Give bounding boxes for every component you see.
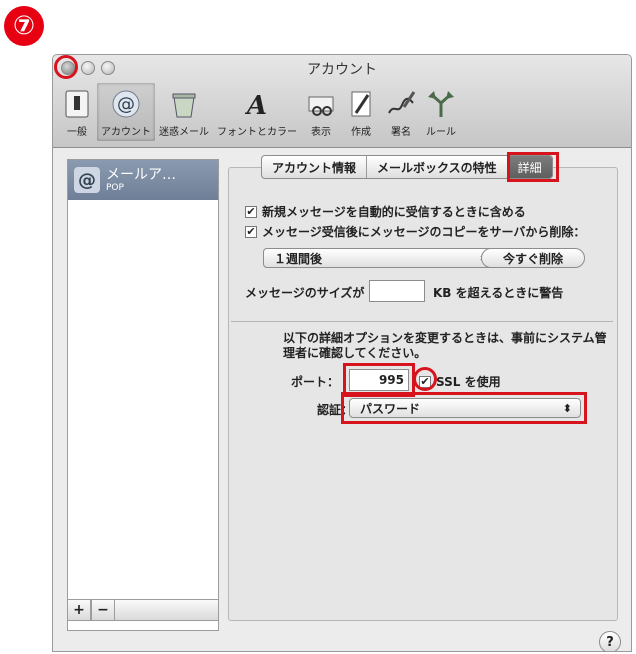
toolbar-item-accounts[interactable]: @ アカウント: [97, 83, 155, 141]
svg-text:A: A: [244, 91, 267, 119]
tab-account-info[interactable]: アカウント情報: [262, 156, 368, 178]
remove-copy-checkbox[interactable]: ✔: [245, 225, 257, 238]
auth-select-highlight: [341, 392, 587, 424]
account-type: POP: [106, 182, 124, 193]
preferences-toolbar: 一般 @ アカウント 迷惑メール A フォントとカラー 表示 作成 署名 ルール: [57, 83, 461, 141]
advanced-tab-highlight: [507, 152, 559, 182]
pencil-icon: [345, 89, 377, 119]
toolbar-label: 表示: [311, 127, 331, 138]
help-button[interactable]: ?: [599, 631, 621, 651]
at-sign-icon: @: [74, 167, 100, 193]
toolbar-label: フォントとカラー: [217, 127, 297, 138]
switch-icon: [61, 89, 93, 119]
glasses-icon: [305, 89, 337, 119]
include-auto-check-checkbox[interactable]: ✔: [245, 205, 257, 218]
ssl-checkbox-highlight: [413, 367, 437, 391]
preferences-window: アカウント 一般 @ アカウント 迷惑メール A フォントとカラー 表示 作成 …: [52, 54, 632, 652]
toolbar-label: アカウント: [101, 127, 151, 138]
toolbar-item-fonts-colors[interactable]: A フォントとカラー: [213, 83, 301, 141]
remove-now-button[interactable]: 今すぐ削除: [481, 248, 585, 268]
size-warning-row: メッセージのサイズが: [245, 284, 364, 301]
advanced-warning-note: 以下の詳細オプションを変更するときは、事前にシステム管理者に確認してください。: [283, 331, 607, 360]
toolbar-label: 一般: [67, 127, 87, 138]
window-title: アカウント: [307, 62, 377, 78]
size-warning-suffix: KB を超えるときに警告: [433, 286, 564, 300]
include-auto-check-option[interactable]: ✔ 新規メッセージを自動的に受信するときに含める: [245, 203, 526, 220]
toolbar-item-viewing[interactable]: 表示: [301, 83, 341, 141]
port-label: ポート：: [291, 375, 340, 389]
remove-copy-label: メッセージ受信後にメッセージのコピーをサーバから削除：: [262, 225, 586, 239]
port-label-row: ポート：: [291, 373, 339, 390]
toolbar-item-signatures[interactable]: 署名: [381, 83, 421, 141]
remove-after-value: １週間後: [274, 251, 323, 266]
size-warning-prefix: メッセージのサイズが: [245, 286, 365, 300]
trash-mail-icon: [168, 89, 200, 119]
step-number-badge: ⑦: [4, 6, 44, 46]
toolbar-label: 作成: [351, 127, 371, 138]
signature-icon: [385, 89, 417, 119]
toolbar-item-rules[interactable]: ルール: [421, 83, 461, 141]
add-account-button[interactable]: +: [67, 599, 91, 621]
account-list-item[interactable]: @ メールア… POP: [68, 160, 218, 200]
footer-spacer: [115, 599, 219, 621]
tab-mailbox-behaviors[interactable]: メールボックスの特性: [367, 156, 508, 178]
include-auto-check-label: 新規メッセージを自動的に受信するときに含める: [262, 205, 526, 219]
remove-copy-option[interactable]: ✔ メッセージ受信後にメッセージのコピーをサーバから削除：: [245, 223, 585, 240]
toolbar-label: 署名: [391, 127, 411, 138]
toolbar-label: ルール: [426, 127, 456, 138]
toolbar-item-junk-mail[interactable]: 迷惑メール: [155, 83, 213, 141]
section-divider: [231, 321, 613, 322]
account-list: @ メールア… POP: [67, 159, 219, 631]
at-sign-icon: @: [110, 89, 142, 119]
ssl-label: SSL を使用: [436, 375, 501, 389]
font-icon: A: [241, 89, 273, 119]
size-warning-suffix-row: KB を超えるときに警告: [433, 284, 563, 301]
toolbar-item-composing[interactable]: 作成: [341, 83, 381, 141]
svg-text:@: @: [117, 94, 135, 115]
remove-after-select[interactable]: １週間後 ⬍: [263, 248, 497, 268]
titlebar: アカウント 一般 @ アカウント 迷惑メール A フォントとカラー 表示 作成 …: [53, 55, 631, 148]
toolbar-item-general[interactable]: 一般: [57, 83, 97, 141]
account-name: メールア…: [106, 166, 176, 183]
remove-account-button[interactable]: −: [91, 599, 115, 621]
size-warning-field[interactable]: [369, 280, 425, 302]
toolbar-label: 迷惑メール: [159, 127, 209, 138]
account-list-footer: + −: [67, 599, 219, 621]
rules-icon: [425, 89, 457, 119]
account-text: メールア… POP: [106, 166, 176, 193]
